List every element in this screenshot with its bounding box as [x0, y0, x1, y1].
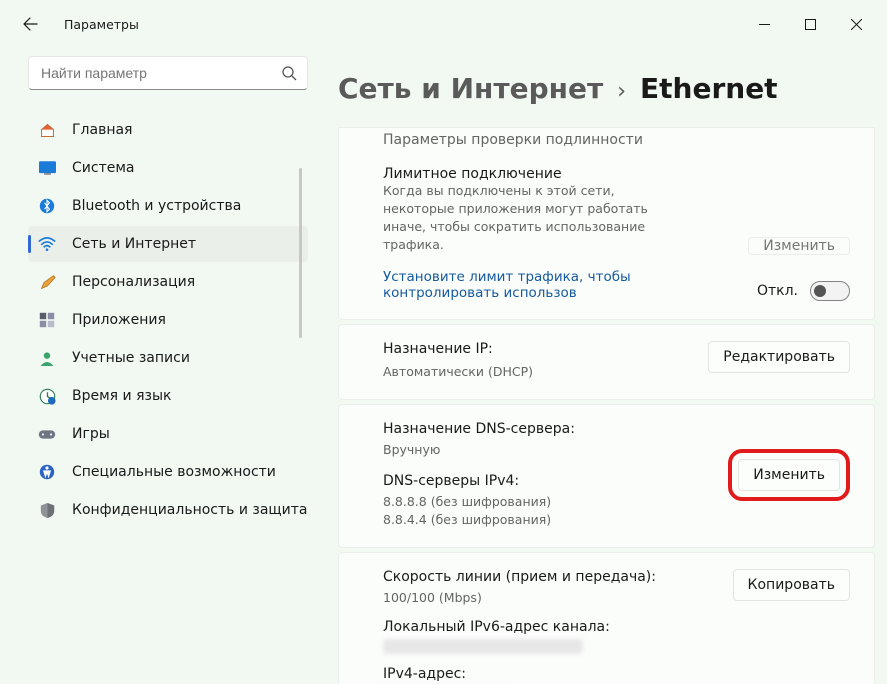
- account-icon: [38, 349, 56, 367]
- dns-v4-label: DNS-серверы IPv4:: [383, 473, 680, 489]
- dns-value: Вручную: [383, 441, 680, 459]
- copy-button[interactable]: Копировать: [733, 569, 850, 601]
- home-icon: [38, 121, 56, 139]
- dns-v4-line2: 8.8.4.4 (без шифрования): [383, 511, 680, 529]
- nav-list: Главная Система Bluetooth и устройства С…: [28, 112, 308, 528]
- nav-label: Время и язык: [72, 388, 171, 404]
- ip-label: Назначение IP:: [383, 341, 680, 357]
- shield-icon: [38, 501, 56, 519]
- auth-title: Параметры проверки подлинности: [383, 132, 643, 148]
- gamepad-icon: [38, 425, 56, 443]
- nav-label: Сеть и Интернет: [72, 236, 196, 252]
- nav-label: Игры: [72, 426, 110, 442]
- chevron-right-icon: ›: [617, 79, 626, 104]
- nav-apps[interactable]: Приложения: [28, 302, 308, 338]
- nav-gaming[interactable]: Игры: [28, 416, 308, 452]
- system-icon: [38, 159, 56, 177]
- highlight-ring: Изменить: [728, 449, 850, 501]
- nav-time[interactable]: Время и язык: [28, 378, 308, 414]
- nav-label: Персонализация: [72, 274, 195, 290]
- ipv6-label: Локальный IPv6-адрес канала:: [383, 619, 680, 635]
- card-dns: Назначение DNS-сервера: Вручную DNS-серв…: [338, 404, 875, 548]
- breadcrumb-parent[interactable]: Сеть и Интернет: [338, 72, 603, 105]
- dns-edit-button[interactable]: Изменить: [738, 459, 840, 491]
- nav-accounts[interactable]: Учетные записи: [28, 340, 308, 376]
- bluetooth-icon: [38, 197, 56, 215]
- accessibility-icon: [38, 463, 56, 481]
- minimize-button[interactable]: [741, 8, 787, 40]
- ip-value: Автоматически (DHCP): [383, 363, 680, 381]
- nav-label: Специальные возможности: [72, 464, 276, 480]
- nav-label: Bluetooth и устройства: [72, 198, 241, 214]
- apps-icon: [38, 311, 56, 329]
- metered-title: Лимитное подключение: [383, 166, 680, 182]
- nav-accessibility[interactable]: Специальные возможности: [28, 454, 308, 490]
- back-button[interactable]: [14, 8, 46, 40]
- dns-label: Назначение DNS-сервера:: [383, 421, 680, 437]
- card-speed: Скорость линии (прием и передача): 100/1…: [338, 552, 875, 684]
- metered-toggle-label: Откл.: [757, 283, 798, 299]
- sidebar: Главная Система Bluetooth и устройства С…: [0, 48, 308, 684]
- metered-desc: Когда вы подключены к этой сети, некотор…: [383, 182, 680, 255]
- metered-toggle-row: Откл.: [757, 281, 850, 301]
- card-ip: Назначение IP: Автоматически (DHCP) Реда…: [338, 324, 875, 400]
- metered-toggle[interactable]: [810, 281, 850, 301]
- maximize-icon: [805, 19, 816, 30]
- sidebar-scrollbar[interactable]: [299, 168, 302, 338]
- close-button[interactable]: [833, 8, 879, 40]
- breadcrumb: Сеть и Интернет › Ethernet: [338, 48, 875, 127]
- nav-bluetooth[interactable]: Bluetooth и устройства: [28, 188, 308, 224]
- brush-icon: [38, 273, 56, 291]
- speed-label: Скорость линии (прием и передача):: [383, 569, 680, 585]
- clock-icon: [38, 387, 56, 405]
- maximize-button[interactable]: [787, 8, 833, 40]
- wifi-icon: [38, 235, 56, 253]
- auth-edit-button[interactable]: Изменить: [748, 237, 850, 255]
- main-content: Сеть и Интернет › Ethernet Параметры про…: [308, 48, 887, 684]
- nav-label: Приложения: [72, 312, 166, 328]
- metered-link[interactable]: Установите лимит трафика, чтобы контроли…: [383, 269, 680, 301]
- speed-value: 100/100 (Mbps): [383, 589, 680, 607]
- minimize-icon: [759, 19, 770, 30]
- nav-home[interactable]: Главная: [28, 112, 308, 148]
- search-input[interactable]: [39, 64, 281, 82]
- search-icon: [281, 65, 297, 81]
- card-metered: Параметры проверки подлинности Лимитное …: [338, 127, 875, 320]
- titlebar: Параметры: [0, 0, 887, 48]
- nav-label: Учетные записи: [72, 350, 190, 366]
- nav-label: Главная: [72, 122, 132, 138]
- search-box[interactable]: [28, 56, 308, 90]
- ipv4-label: IPv4-адрес:: [383, 666, 680, 682]
- nav-network[interactable]: Сеть и Интернет: [28, 226, 308, 262]
- nav-personalization[interactable]: Персонализация: [28, 264, 308, 300]
- nav-privacy[interactable]: Конфиденциальность и защита: [28, 492, 308, 528]
- ip-edit-button[interactable]: Редактировать: [708, 341, 850, 373]
- arrow-left-icon: [22, 16, 38, 32]
- ipv6-value-redacted: [383, 639, 583, 654]
- breadcrumb-current: Ethernet: [640, 72, 778, 105]
- nav-label: Система: [72, 160, 134, 176]
- window-title: Параметры: [64, 17, 139, 32]
- dns-v4-line1: 8.8.8.8 (без шифрования): [383, 493, 680, 511]
- nav-system[interactable]: Система: [28, 150, 308, 186]
- nav-label: Конфиденциальность и защита: [72, 502, 307, 518]
- close-icon: [851, 19, 862, 30]
